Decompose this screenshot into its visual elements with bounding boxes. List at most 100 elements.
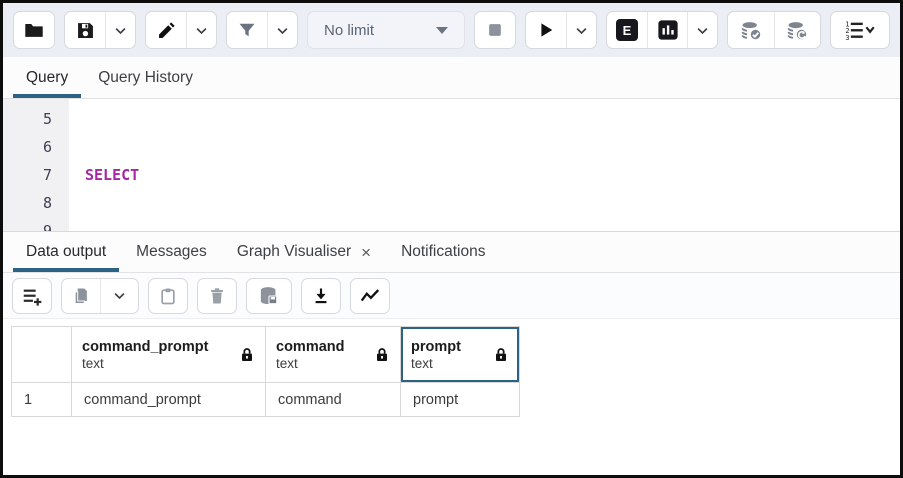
save-menu-button[interactable] bbox=[105, 12, 135, 48]
edit-menu-button[interactable] bbox=[186, 12, 216, 48]
paste-group bbox=[148, 278, 188, 314]
chevron-down-icon bbox=[113, 23, 128, 38]
add-row-icon bbox=[21, 285, 43, 307]
filter-button[interactable] bbox=[227, 12, 267, 48]
column-name: command bbox=[276, 339, 345, 355]
column-header-command[interactable]: command text bbox=[266, 327, 401, 383]
save-icon bbox=[75, 20, 96, 41]
tab-messages-label: Messages bbox=[136, 243, 207, 261]
rollback-button[interactable] bbox=[774, 12, 820, 48]
tab-messages[interactable]: Messages bbox=[121, 232, 222, 272]
tab-graph-visualiser[interactable]: Graph Visualiser × bbox=[222, 232, 386, 272]
explain-group: E bbox=[606, 11, 718, 49]
chevron-down-icon bbox=[194, 23, 209, 38]
tab-query-history[interactable]: Query History bbox=[83, 57, 208, 98]
column-name: prompt bbox=[411, 339, 461, 355]
macros-list-icon: 123 bbox=[843, 19, 877, 41]
edit-pencil-icon bbox=[156, 20, 177, 41]
cell-command[interactable]: command bbox=[266, 383, 401, 417]
paste-icon bbox=[158, 286, 178, 306]
tab-notifications-label: Notifications bbox=[401, 243, 485, 261]
save-data-group bbox=[246, 278, 292, 314]
explain-menu-button[interactable] bbox=[687, 12, 717, 48]
save-data-changes-button[interactable] bbox=[247, 279, 291, 313]
stop-group bbox=[474, 11, 516, 49]
data-output-toolbar bbox=[3, 273, 900, 319]
results-table: command_prompt text command text bbox=[11, 326, 520, 417]
tab-data-output[interactable]: Data output bbox=[11, 232, 121, 272]
save-group bbox=[64, 11, 136, 49]
execute-group bbox=[525, 11, 597, 49]
column-type: text bbox=[276, 356, 345, 371]
lock-icon bbox=[493, 347, 509, 363]
sql-code[interactable]: SELECT quote_ident('command_prompt') AS … bbox=[69, 99, 900, 231]
column-header-command_prompt[interactable]: command_prompt text bbox=[72, 327, 266, 383]
commit-icon bbox=[739, 18, 764, 43]
query-toolbar: No limit E bbox=[3, 3, 900, 57]
open-file-group bbox=[13, 11, 55, 49]
column-type: text bbox=[82, 356, 209, 371]
save-data-changes-icon bbox=[257, 284, 281, 308]
filter-menu-button[interactable] bbox=[267, 12, 297, 48]
chevron-down-icon bbox=[695, 23, 710, 38]
output-tab-bar: Data output Messages Graph Visualiser × … bbox=[3, 231, 900, 273]
sql-editor[interactable]: 5 6 7 8 9 SELECT quote_ident('command_pr… bbox=[3, 99, 900, 231]
execute-menu-button[interactable] bbox=[566, 12, 596, 48]
svg-text:3: 3 bbox=[845, 34, 849, 41]
delete-button[interactable] bbox=[198, 279, 236, 313]
query-tool-window: No limit E bbox=[0, 0, 903, 478]
tab-graph-visualiser-label: Graph Visualiser bbox=[237, 243, 351, 261]
caret-down-icon bbox=[436, 27, 448, 34]
line-number-partial: 9 bbox=[3, 217, 52, 231]
cell-command_prompt[interactable]: command_prompt bbox=[72, 383, 266, 417]
explain-analyze-button[interactable] bbox=[647, 12, 687, 48]
row-number-cell[interactable]: 1 bbox=[12, 383, 72, 417]
paste-button[interactable] bbox=[149, 279, 187, 313]
tab-query-label: Query bbox=[26, 69, 68, 87]
line-number-gutter: 5 6 7 8 9 bbox=[3, 99, 69, 231]
line-number: 7 bbox=[3, 161, 52, 189]
copy-menu-button[interactable] bbox=[100, 279, 138, 313]
download-button[interactable] bbox=[302, 279, 340, 313]
stop-button[interactable] bbox=[475, 12, 515, 48]
tab-data-output-label: Data output bbox=[26, 243, 106, 261]
column-header-prompt[interactable]: prompt text bbox=[401, 327, 520, 383]
chevron-down-icon bbox=[112, 288, 127, 303]
line-number: 6 bbox=[3, 133, 52, 161]
open-file-icon bbox=[23, 19, 45, 41]
save-button[interactable] bbox=[65, 12, 105, 48]
line-number: 5 bbox=[3, 105, 52, 133]
copy-group bbox=[61, 278, 139, 314]
add-row-button[interactable] bbox=[13, 279, 51, 313]
row-limit-dropdown[interactable]: No limit bbox=[307, 11, 465, 49]
execute-button[interactable] bbox=[526, 12, 566, 48]
tab-query[interactable]: Query bbox=[11, 57, 83, 98]
select-all-corner[interactable] bbox=[12, 327, 72, 383]
macros-button[interactable]: 123 bbox=[831, 12, 889, 48]
editor-tab-bar: Query Query History bbox=[3, 57, 900, 99]
tab-query-history-label: Query History bbox=[98, 69, 193, 87]
cell-prompt[interactable]: prompt bbox=[401, 383, 520, 417]
visualiser-group bbox=[350, 278, 390, 314]
edit-group bbox=[145, 11, 217, 49]
explain-button[interactable]: E bbox=[607, 12, 647, 48]
graph-visualiser-button[interactable] bbox=[351, 279, 389, 313]
trash-icon bbox=[207, 286, 227, 306]
copy-icon bbox=[71, 286, 91, 306]
close-icon[interactable]: × bbox=[361, 244, 371, 261]
lock-icon bbox=[239, 347, 255, 363]
line-number: 8 bbox=[3, 189, 52, 217]
rollback-icon bbox=[785, 18, 810, 43]
commit-button[interactable] bbox=[728, 12, 774, 48]
edit-button[interactable] bbox=[146, 12, 186, 48]
macros-group: 123 bbox=[830, 11, 890, 49]
header-row: command_prompt text command text bbox=[12, 327, 520, 383]
tab-notifications[interactable]: Notifications bbox=[386, 232, 500, 272]
lock-icon bbox=[374, 347, 390, 363]
filter-group bbox=[226, 11, 298, 49]
delete-group bbox=[197, 278, 237, 314]
open-file-button[interactable] bbox=[14, 12, 54, 48]
copy-button[interactable] bbox=[62, 279, 100, 313]
chevron-down-icon bbox=[275, 23, 290, 38]
chevron-down-icon bbox=[574, 23, 589, 38]
